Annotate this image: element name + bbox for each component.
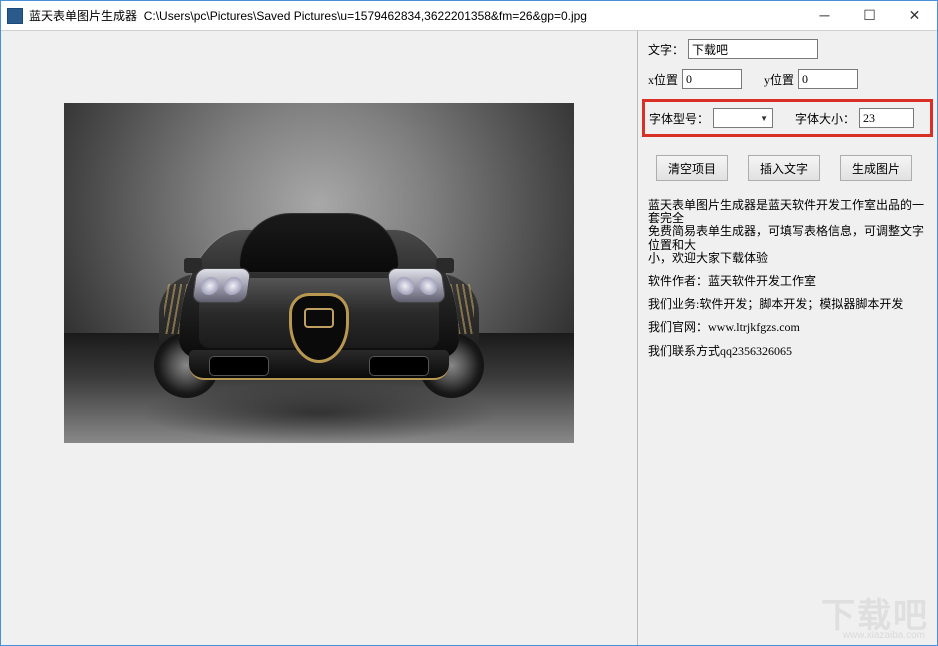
- titlebar[interactable]: 蓝天表单图片生成器 C:\Users\pc\Pictures\Saved Pic…: [1, 1, 937, 31]
- chevron-down-icon: ▼: [760, 114, 768, 123]
- info-desc: 蓝天表单图片生成器是蓝天软件开发工作室出品的一套完全 免费简易表单生成器，可填写…: [648, 199, 927, 265]
- insert-button[interactable]: 插入文字: [748, 155, 820, 181]
- size-label: 字体大小：: [795, 110, 855, 127]
- maximize-button[interactable]: ☐: [847, 1, 892, 29]
- x-input[interactable]: [682, 69, 742, 89]
- font-label: 字体型号：: [649, 110, 709, 127]
- image-pane: [1, 31, 638, 645]
- y-input[interactable]: [798, 69, 858, 89]
- clear-button[interactable]: 清空项目: [656, 155, 728, 181]
- text-input[interactable]: [688, 39, 818, 59]
- position-row: x位置 y位置: [648, 69, 927, 89]
- window-controls: ─ ☐ ✕: [802, 1, 937, 30]
- button-row: 清空项目 插入文字 生成图片: [656, 155, 927, 181]
- font-settings-highlight: 字体型号： ▼ 字体大小：: [642, 99, 933, 137]
- info-contact: 我们联系方式qq2356326065: [648, 345, 927, 358]
- preview-image[interactable]: [64, 103, 574, 443]
- x-label: x位置: [648, 71, 678, 88]
- font-combo[interactable]: ▼: [713, 108, 773, 128]
- info-text: 蓝天表单图片生成器是蓝天软件开发工作室出品的一套完全 免费简易表单生成器，可填写…: [648, 199, 927, 358]
- close-button[interactable]: ✕: [892, 1, 937, 29]
- client-area: 文字： x位置 y位置 字体型号： ▼ 字体大小： 清空项目: [1, 31, 937, 645]
- minimize-button[interactable]: ─: [802, 1, 847, 29]
- control-pane: 文字： x位置 y位置 字体型号： ▼ 字体大小： 清空项目: [638, 31, 937, 645]
- generate-button[interactable]: 生成图片: [840, 155, 912, 181]
- info-author: 软件作者：蓝天软件开发工作室: [648, 275, 927, 288]
- y-label: y位置: [764, 71, 794, 88]
- app-name: 蓝天表单图片生成器: [29, 9, 137, 23]
- info-business: 我们业务:软件开发；脚本开发；模拟器脚本开发: [648, 298, 927, 311]
- app-icon: [7, 8, 23, 24]
- file-path: C:\Users\pc\Pictures\Saved Pictures\u=15…: [144, 9, 587, 23]
- size-input[interactable]: [859, 108, 914, 128]
- text-row: 文字：: [648, 39, 927, 59]
- text-label: 文字：: [648, 41, 684, 58]
- titlebar-text: 蓝天表单图片生成器 C:\Users\pc\Pictures\Saved Pic…: [29, 7, 802, 24]
- main-window: 蓝天表单图片生成器 C:\Users\pc\Pictures\Saved Pic…: [0, 0, 938, 646]
- info-website: 我们官网：www.ltrjkfgzs.com: [648, 321, 927, 334]
